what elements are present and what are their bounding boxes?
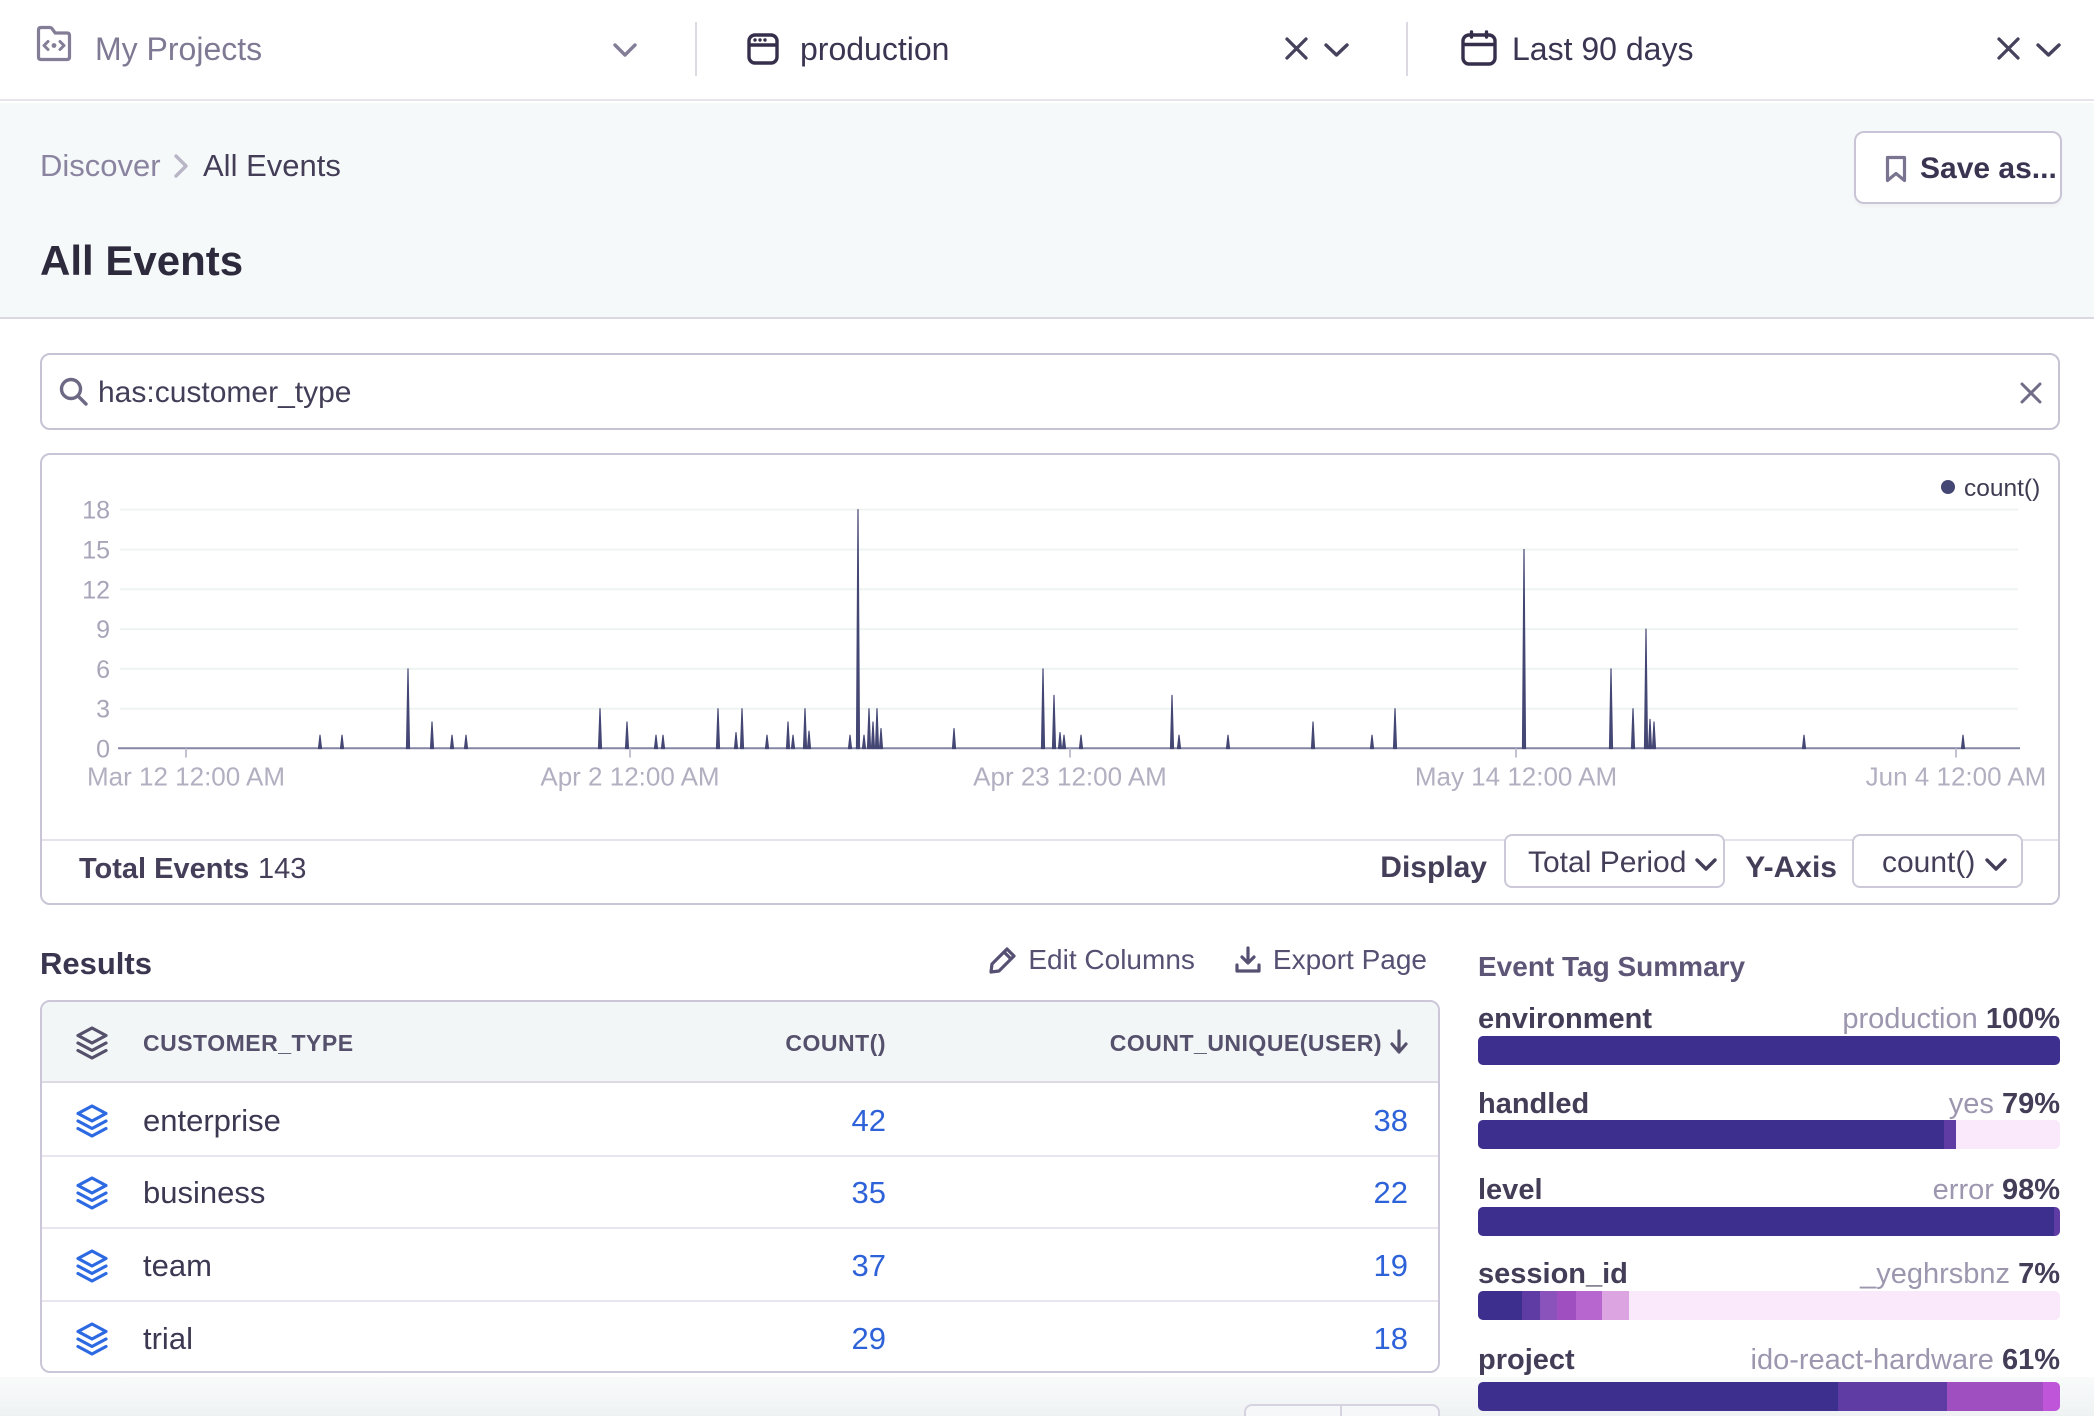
svg-text:18: 18 — [82, 497, 110, 525]
svg-text:3: 3 — [96, 696, 110, 724]
svg-text:0: 0 — [96, 736, 110, 764]
svg-text:12: 12 — [82, 576, 110, 604]
svg-text:May 14 12:00 AM: May 14 12:00 AM — [1415, 762, 1617, 792]
svg-text:count(): count() — [1964, 475, 2040, 502]
svg-text:Jun 4 12:00 AM: Jun 4 12:00 AM — [1866, 762, 2047, 792]
svg-text:15: 15 — [82, 537, 110, 565]
svg-text:Apr 23 12:00 AM: Apr 23 12:00 AM — [973, 762, 1167, 792]
svg-text:Apr 2 12:00 AM: Apr 2 12:00 AM — [540, 762, 719, 792]
svg-text:Mar 12 12:00 AM: Mar 12 12:00 AM — [87, 762, 285, 792]
svg-text:6: 6 — [96, 656, 110, 684]
svg-text:9: 9 — [96, 616, 110, 644]
